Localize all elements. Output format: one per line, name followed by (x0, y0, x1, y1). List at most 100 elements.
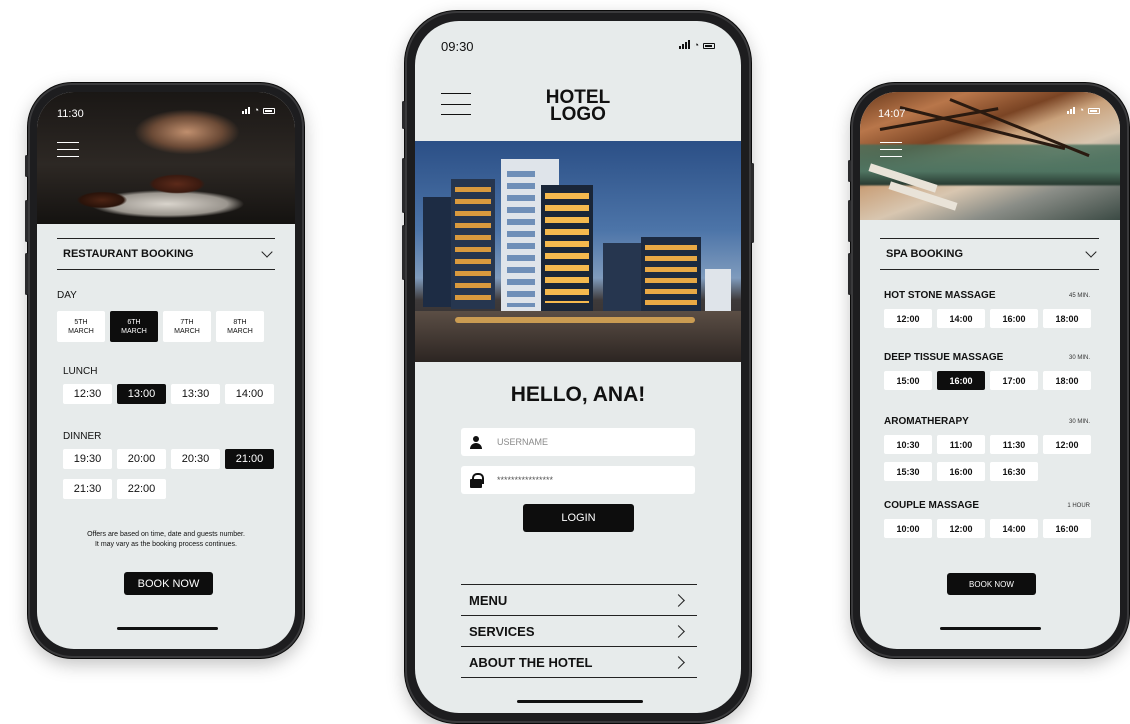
spa-time-slot[interactable]: 10:30 (884, 435, 932, 454)
day-option[interactable]: 7TH MARCH (163, 311, 211, 342)
spa-service-duration: 30 MIN. (1068, 355, 1090, 361)
spa-time-slot[interactable]: 11:30 (990, 435, 1038, 454)
login-screen: 09:30 ◔ HOTEL LOGO HELLO, ANA! USERNAME … (415, 21, 741, 713)
wifi-icon: ◔ (1078, 105, 1084, 115)
menu-hamburger-icon[interactable] (880, 142, 902, 157)
wifi-icon: ◔ (693, 40, 699, 50)
spa-time-slot[interactable]: 12:00 (1043, 435, 1091, 454)
day-number: 8TH (233, 318, 247, 326)
spa-time-slot[interactable]: 16:00 (1043, 519, 1091, 538)
menu-item[interactable]: SERVICES (461, 616, 697, 647)
password-field[interactable] (461, 466, 695, 494)
greeting-title: HELLO, ANA! (510, 383, 646, 406)
chevron-right-icon (672, 593, 685, 607)
spa-service-name: DEEP TISSUE MASSAGE (884, 352, 1004, 363)
dinner-time-option[interactable]: 21:00 (225, 449, 274, 469)
day-selector: 5TH MARCH 6TH MARCH 7TH MARCH 8TH MARCH (57, 311, 264, 342)
day-option[interactable]: 5TH MARCH (57, 311, 105, 342)
spa-service-name: AROMATHERAPY (884, 416, 969, 427)
phone-side-button (402, 101, 405, 129)
dinner-times-row-2: 21:30 22:00 (63, 479, 166, 499)
phone-side-button (848, 200, 851, 242)
spa-slot-row: 12:00 14:00 16:00 18:00 (884, 309, 1091, 328)
spa-time-slot[interactable]: 10:00 (884, 519, 932, 538)
day-label: DAY (57, 290, 77, 301)
book-now-button[interactable]: BOOK NOW (124, 572, 213, 595)
status-time: 11:30 (57, 108, 84, 120)
dinner-times-row-1: 19:30 20:00 20:30 21:00 (63, 449, 274, 469)
login-button[interactable]: LOGIN (523, 504, 634, 532)
user-icon (461, 435, 491, 449)
spa-time-slot[interactable]: 14:00 (990, 519, 1038, 538)
signal-icon (1066, 107, 1075, 114)
status-icons: ◔ (241, 105, 275, 115)
note-line: It may vary as the booking process conti… (94, 541, 238, 548)
spa-time-slot[interactable]: 16:30 (990, 462, 1038, 481)
menu-item-label: ABOUT THE HOTEL (469, 654, 593, 670)
lunch-label: LUNCH (63, 366, 98, 377)
phone-side-button (25, 200, 28, 242)
booking-type-dropdown[interactable]: SPA BOOKING (880, 238, 1099, 270)
spa-time-slot[interactable]: 15:30 (884, 462, 932, 481)
username-input[interactable] (497, 437, 657, 447)
menu-item[interactable]: ABOUT THE HOTEL (461, 647, 697, 678)
spa-time-slot[interactable]: 12:00 (937, 519, 985, 538)
phone-side-button (25, 155, 28, 177)
spa-service-duration: 45 MIN. (1068, 293, 1090, 299)
restaurant-screen: 11:30 ◔ RESTAURANT BOOKING DAY 5TH MARCH 6… (37, 92, 295, 649)
spa-time-slot[interactable]: 16:00 (990, 309, 1038, 328)
phone-side-button (751, 163, 754, 243)
spa-time-slot[interactable]: 18:00 (1043, 309, 1091, 328)
spa-time-slot[interactable]: 17:00 (990, 371, 1038, 390)
home-indicator (117, 627, 218, 630)
spa-time-slot[interactable]: 16:00 (937, 371, 985, 390)
lunch-time-option[interactable]: 14:00 (225, 384, 274, 404)
chevron-right-icon (672, 655, 685, 669)
book-now-button[interactable]: BOOK NOW (947, 573, 1036, 595)
day-option[interactable]: 8TH MARCH (216, 311, 264, 342)
dinner-time-option[interactable]: 20:00 (117, 449, 166, 469)
dinner-time-option[interactable]: 22:00 (117, 479, 166, 499)
chevron-right-icon (672, 624, 685, 638)
dropdown-label: SPA BOOKING (886, 248, 964, 260)
day-number: 7TH (180, 318, 194, 326)
spa-slot-row: 15:00 16:00 17:00 18:00 (884, 371, 1091, 390)
lunch-time-option[interactable]: 12:30 (63, 384, 112, 404)
wifi-icon: ◔ (253, 105, 259, 115)
phone-side-button (25, 253, 28, 295)
spa-slot-row: 10:30 11:00 11:30 12:00 (884, 435, 1091, 454)
spa-time-slot[interactable]: 16:00 (937, 462, 985, 481)
username-field[interactable] (461, 428, 695, 456)
password-input[interactable] (497, 475, 657, 485)
status-bar: 11:30 ◔ (37, 92, 295, 132)
menu-item[interactable]: MENU (461, 585, 697, 616)
menu-item-label: SERVICES (469, 623, 535, 639)
signal-icon (241, 107, 250, 114)
hotel-hero-image (415, 141, 741, 362)
spa-screen: 14:07 ◔ SPA BOOKING HOT STONE MASSAGE 45 … (860, 92, 1120, 649)
lock-icon (461, 472, 491, 488)
status-time: 14:07 (878, 108, 906, 120)
phone-side-button (402, 158, 405, 213)
spa-time-slot[interactable]: 12:00 (884, 309, 932, 328)
dinner-time-option[interactable]: 21:30 (63, 479, 112, 499)
spa-time-slot[interactable]: 15:00 (884, 371, 932, 390)
day-number: 5TH (74, 318, 88, 326)
dinner-label: DINNER (63, 431, 102, 442)
spa-time-slot[interactable]: 18:00 (1043, 371, 1091, 390)
booking-type-dropdown[interactable]: RESTAURANT BOOKING (57, 238, 275, 270)
dinner-time-option[interactable]: 20:30 (171, 449, 220, 469)
spa-time-slot[interactable]: 11:00 (937, 435, 985, 454)
dinner-time-option[interactable]: 19:30 (63, 449, 112, 469)
day-month: MARCH (227, 327, 253, 335)
menu-hamburger-icon[interactable] (57, 142, 79, 157)
lunch-time-option[interactable]: 13:00 (117, 384, 166, 404)
lunch-time-option[interactable]: 13:30 (171, 384, 220, 404)
chevron-down-icon (261, 246, 273, 258)
spa-time-slot[interactable]: 14:00 (937, 309, 985, 328)
battery-icon (1088, 108, 1100, 114)
day-option[interactable]: 6TH MARCH (110, 311, 158, 342)
status-icons: ◔ (1066, 105, 1100, 115)
signal-icon (678, 40, 690, 49)
menu-item-label: MENU (469, 592, 508, 608)
